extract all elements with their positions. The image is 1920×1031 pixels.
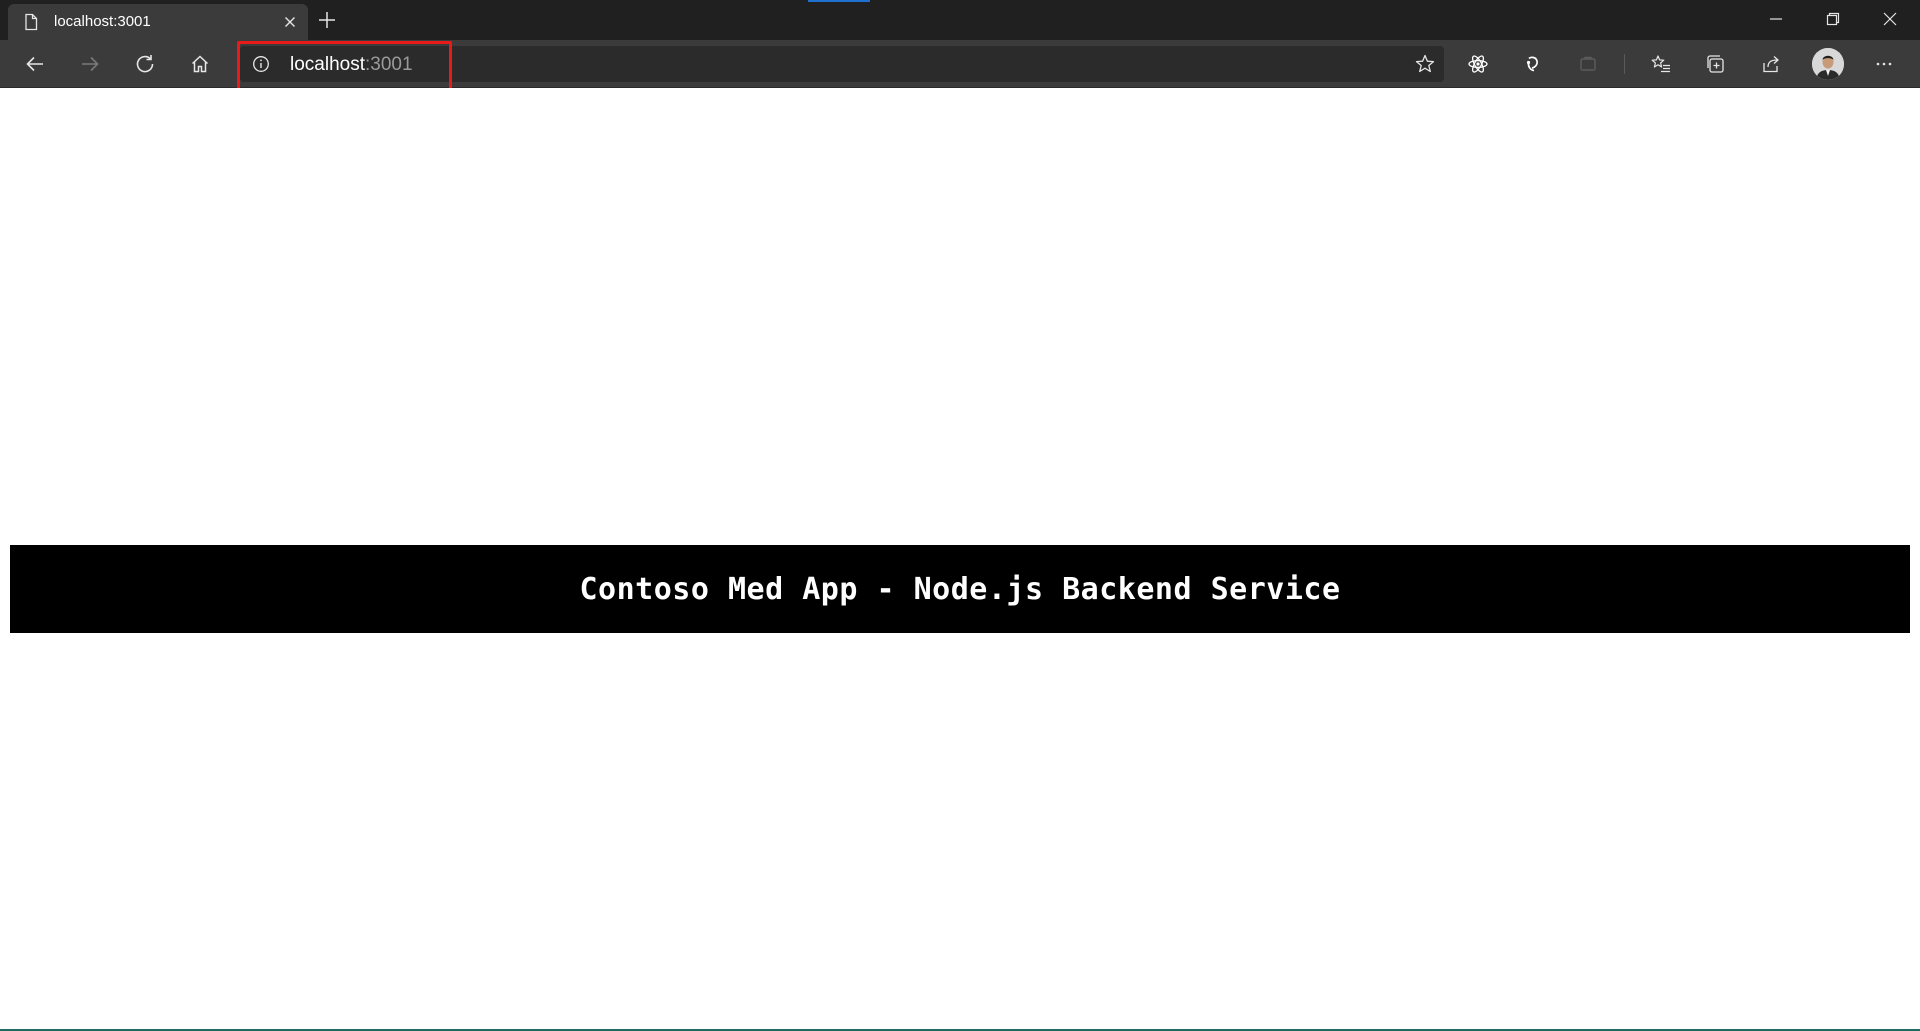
redux-devtools-button[interactable]	[1517, 48, 1549, 80]
collections-icon	[1707, 55, 1724, 73]
browser-window: localhost:3001 localhost:3001 Contoso Me…	[0, 0, 1920, 1031]
forward-icon	[82, 56, 99, 72]
page-icon	[22, 13, 40, 31]
refresh-icon	[136, 55, 154, 73]
profile-avatar[interactable]	[1812, 48, 1844, 80]
tab-strip: localhost:3001	[0, 0, 1920, 40]
browser-tab[interactable]: localhost:3001	[8, 4, 308, 40]
redux-devtools-icon	[1526, 56, 1538, 72]
browser-toolbar: localhost:3001	[0, 40, 1920, 88]
forward-button[interactable]	[74, 48, 106, 80]
info-icon[interactable]	[252, 55, 270, 73]
close-window-button[interactable]	[1862, 0, 1918, 38]
collections-button[interactable]	[1700, 48, 1732, 80]
more-icon	[1876, 62, 1892, 66]
restore-icon	[1826, 12, 1840, 26]
address-url[interactable]: localhost:3001	[290, 55, 413, 75]
address-host: localhost	[290, 54, 365, 75]
favorites-button[interactable]	[1645, 48, 1677, 80]
toolbar-separator	[1624, 54, 1625, 74]
extension-button[interactable]	[1572, 48, 1604, 80]
minimize-icon	[1770, 18, 1782, 20]
new-tab-button[interactable]	[316, 9, 338, 31]
page-title: Contoso Med App - Node.js Backend Servic…	[579, 571, 1341, 607]
share-button[interactable]	[1755, 48, 1787, 80]
star-icon[interactable]	[1414, 53, 1436, 75]
minimize-button[interactable]	[1748, 0, 1804, 38]
home-button[interactable]	[184, 48, 216, 80]
share-icon	[1763, 56, 1779, 73]
page-viewport: Contoso Med App - Node.js Backend Servic…	[0, 88, 1920, 1031]
tab-title: localhost:3001	[54, 13, 151, 30]
close-icon	[1883, 12, 1897, 26]
restore-button[interactable]	[1805, 0, 1861, 38]
back-icon	[26, 56, 43, 72]
home-icon	[191, 55, 209, 73]
extension-icon	[1580, 56, 1596, 71]
close-tab-icon[interactable]	[282, 14, 298, 30]
react-devtools-icon	[1468, 55, 1488, 73]
react-devtools-button[interactable]	[1462, 48, 1494, 80]
refresh-button[interactable]	[129, 48, 161, 80]
tab-strip-accent	[808, 0, 870, 2]
page-banner: Contoso Med App - Node.js Backend Servic…	[10, 545, 1910, 633]
address-bar[interactable]: localhost:3001	[240, 46, 1444, 82]
favorites-icon	[1651, 55, 1670, 73]
plus-icon	[319, 12, 335, 28]
back-button[interactable]	[19, 48, 51, 80]
address-port: :3001	[365, 54, 413, 75]
more-button[interactable]	[1868, 48, 1900, 80]
